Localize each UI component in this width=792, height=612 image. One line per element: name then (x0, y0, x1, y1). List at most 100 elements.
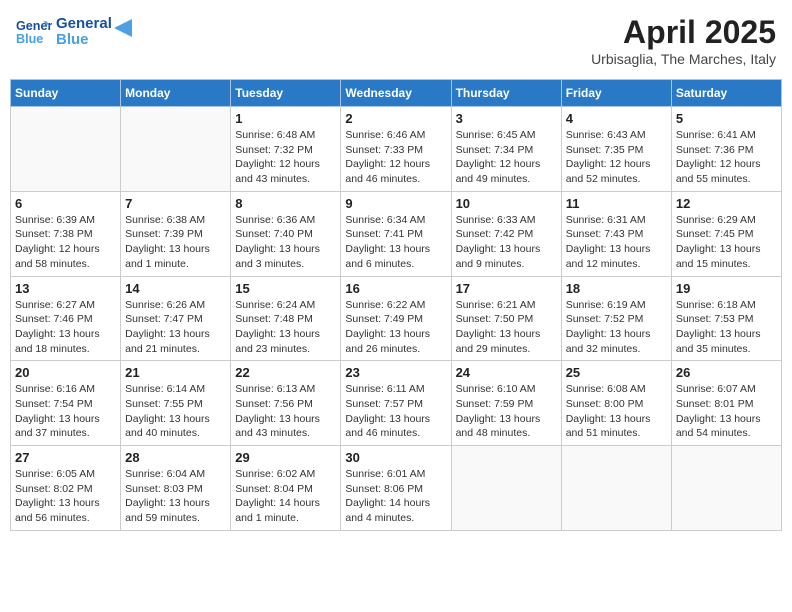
day-number: 20 (15, 365, 116, 380)
day-detail: Sunrise: 6:36 AM Sunset: 7:40 PM Dayligh… (235, 213, 336, 272)
calendar-week-row: 6Sunrise: 6:39 AM Sunset: 7:38 PM Daylig… (11, 191, 782, 276)
day-detail: Sunrise: 6:14 AM Sunset: 7:55 PM Dayligh… (125, 382, 226, 441)
calendar-cell: 29 Sunrise: 6:02 AM Sunset: 8:04 PM Dayli… (231, 446, 341, 531)
calendar-cell: 6Sunrise: 6:39 AM Sunset: 7:38 PM Daylig… (11, 191, 121, 276)
calendar-cell: 8 Sunrise: 6:36 AM Sunset: 7:40 PM Daylig… (231, 191, 341, 276)
weekday-header-sunday: Sunday (11, 80, 121, 107)
calendar-cell: 26Sunrise: 6:07 AM Sunset: 8:01 PM Dayli… (671, 361, 781, 446)
calendar-cell: 21Sunrise: 6:14 AM Sunset: 7:55 PM Dayli… (121, 361, 231, 446)
day-detail: Sunrise: 6:41 AM Sunset: 7:36 PM Dayligh… (676, 128, 777, 187)
day-detail: Sunrise: 6:26 AM Sunset: 7:47 PM Dayligh… (125, 298, 226, 357)
calendar-cell: 23 Sunrise: 6:11 AM Sunset: 7:57 PM Dayli… (341, 361, 451, 446)
logo-line1: General (56, 16, 112, 33)
calendar-cell: 10 Sunrise: 6:33 AM Sunset: 7:42 PM Dayli… (451, 191, 561, 276)
weekday-header-wednesday: Wednesday (341, 80, 451, 107)
logo-arrow-icon (114, 19, 132, 37)
day-number: 27 (15, 450, 116, 465)
calendar-cell: 3Sunrise: 6:45 AM Sunset: 7:34 PM Daylig… (451, 107, 561, 192)
day-number: 10 (456, 196, 557, 211)
weekday-header-saturday: Saturday (671, 80, 781, 107)
day-number: 7 (125, 196, 226, 211)
calendar-cell: 14 Sunrise: 6:26 AM Sunset: 7:47 PM Dayli… (121, 276, 231, 361)
day-number: 8 (235, 196, 336, 211)
day-number: 26 (676, 365, 777, 380)
day-number: 15 (235, 281, 336, 296)
weekday-header-thursday: Thursday (451, 80, 561, 107)
day-detail: Sunrise: 6:38 AM Sunset: 7:39 PM Dayligh… (125, 213, 226, 272)
calendar-cell (671, 446, 781, 531)
day-detail: Sunrise: 6:10 AM Sunset: 7:59 PM Dayligh… (456, 382, 557, 441)
calendar-cell (121, 107, 231, 192)
day-number: 11 (566, 196, 667, 211)
day-detail: Sunrise: 6:48 AM Sunset: 7:32 PM Dayligh… (235, 128, 336, 187)
day-number: 22 (235, 365, 336, 380)
calendar-cell: 27 Sunrise: 6:05 AM Sunset: 8:02 PM Dayli… (11, 446, 121, 531)
logo-line2: Blue (56, 32, 112, 49)
calendar-cell: 16Sunrise: 6:22 AM Sunset: 7:49 PM Dayli… (341, 276, 451, 361)
month-title: April 2025 (591, 14, 776, 51)
day-detail: Sunrise: 6:43 AM Sunset: 7:35 PM Dayligh… (566, 128, 667, 187)
calendar-cell: 13 Sunrise: 6:27 AM Sunset: 7:46 PM Dayli… (11, 276, 121, 361)
day-detail: Sunrise: 6:27 AM Sunset: 7:46 PM Dayligh… (15, 298, 116, 357)
calendar-cell: 1 Sunrise: 6:48 AM Sunset: 7:32 PM Daylig… (231, 107, 341, 192)
calendar-week-row: 27 Sunrise: 6:05 AM Sunset: 8:02 PM Dayli… (11, 446, 782, 531)
day-detail: Sunrise: 6:33 AM Sunset: 7:42 PM Dayligh… (456, 213, 557, 272)
day-detail: Sunrise: 6:02 AM Sunset: 8:04 PM Dayligh… (235, 467, 336, 526)
day-detail: Sunrise: 6:13 AM Sunset: 7:56 PM Dayligh… (235, 382, 336, 441)
calendar-cell: 17Sunrise: 6:21 AM Sunset: 7:50 PM Dayli… (451, 276, 561, 361)
day-detail: Sunrise: 6:19 AM Sunset: 7:52 PM Dayligh… (566, 298, 667, 357)
calendar-cell: 2 Sunrise: 6:46 AM Sunset: 7:33 PM Daylig… (341, 107, 451, 192)
day-number: 16 (345, 281, 446, 296)
day-detail: Sunrise: 6:24 AM Sunset: 7:48 PM Dayligh… (235, 298, 336, 357)
day-number: 13 (15, 281, 116, 296)
day-detail: Sunrise: 6:05 AM Sunset: 8:02 PM Dayligh… (15, 467, 116, 526)
logo-icon: General Blue (16, 14, 52, 50)
day-number: 12 (676, 196, 777, 211)
weekday-header-row: SundayMondayTuesdayWednesdayThursdayFrid… (11, 80, 782, 107)
calendar-week-row: 13 Sunrise: 6:27 AM Sunset: 7:46 PM Dayli… (11, 276, 782, 361)
location-subtitle: Urbisaglia, The Marches, Italy (591, 51, 776, 67)
calendar-cell: 22 Sunrise: 6:13 AM Sunset: 7:56 PM Dayli… (231, 361, 341, 446)
calendar-cell (451, 446, 561, 531)
day-number: 19 (676, 281, 777, 296)
day-number: 2 (345, 111, 446, 126)
calendar-cell: 20Sunrise: 6:16 AM Sunset: 7:54 PM Dayli… (11, 361, 121, 446)
day-number: 28 (125, 450, 226, 465)
calendar-cell: 19Sunrise: 6:18 AM Sunset: 7:53 PM Dayli… (671, 276, 781, 361)
day-detail: Sunrise: 6:01 AM Sunset: 8:06 PM Dayligh… (345, 467, 446, 526)
day-number: 4 (566, 111, 667, 126)
day-detail: Sunrise: 6:31 AM Sunset: 7:43 PM Dayligh… (566, 213, 667, 272)
weekday-header-tuesday: Tuesday (231, 80, 341, 107)
weekday-header-monday: Monday (121, 80, 231, 107)
calendar-cell: 9 Sunrise: 6:34 AM Sunset: 7:41 PM Daylig… (341, 191, 451, 276)
day-number: 18 (566, 281, 667, 296)
day-number: 1 (235, 111, 336, 126)
page-header: General Blue General Blue April 2025 Urb… (10, 10, 782, 71)
day-number: 25 (566, 365, 667, 380)
day-number: 29 (235, 450, 336, 465)
calendar-cell: 11 Sunrise: 6:31 AM Sunset: 7:43 PM Dayli… (561, 191, 671, 276)
day-number: 24 (456, 365, 557, 380)
calendar-cell (11, 107, 121, 192)
calendar-week-row: 20Sunrise: 6:16 AM Sunset: 7:54 PM Dayli… (11, 361, 782, 446)
calendar-cell: 18 Sunrise: 6:19 AM Sunset: 7:52 PM Dayli… (561, 276, 671, 361)
day-detail: Sunrise: 6:46 AM Sunset: 7:33 PM Dayligh… (345, 128, 446, 187)
day-detail: Sunrise: 6:11 AM Sunset: 7:57 PM Dayligh… (345, 382, 446, 441)
weekday-header-friday: Friday (561, 80, 671, 107)
day-number: 30 (345, 450, 446, 465)
calendar-cell (561, 446, 671, 531)
calendar-table: SundayMondayTuesdayWednesdayThursdayFrid… (10, 79, 782, 531)
day-number: 9 (345, 196, 446, 211)
svg-text:Blue: Blue (16, 32, 43, 46)
day-number: 23 (345, 365, 446, 380)
calendar-cell: 30 Sunrise: 6:01 AM Sunset: 8:06 PM Dayli… (341, 446, 451, 531)
day-number: 5 (676, 111, 777, 126)
day-number: 3 (456, 111, 557, 126)
day-detail: Sunrise: 6:39 AM Sunset: 7:38 PM Dayligh… (15, 213, 116, 272)
day-detail: Sunrise: 6:08 AM Sunset: 8:00 PM Dayligh… (566, 382, 667, 441)
day-detail: Sunrise: 6:21 AM Sunset: 7:50 PM Dayligh… (456, 298, 557, 357)
day-number: 14 (125, 281, 226, 296)
calendar-cell: 12 Sunrise: 6:29 AM Sunset: 7:45 PM Dayli… (671, 191, 781, 276)
day-detail: Sunrise: 6:34 AM Sunset: 7:41 PM Dayligh… (345, 213, 446, 272)
day-detail: Sunrise: 6:29 AM Sunset: 7:45 PM Dayligh… (676, 213, 777, 272)
